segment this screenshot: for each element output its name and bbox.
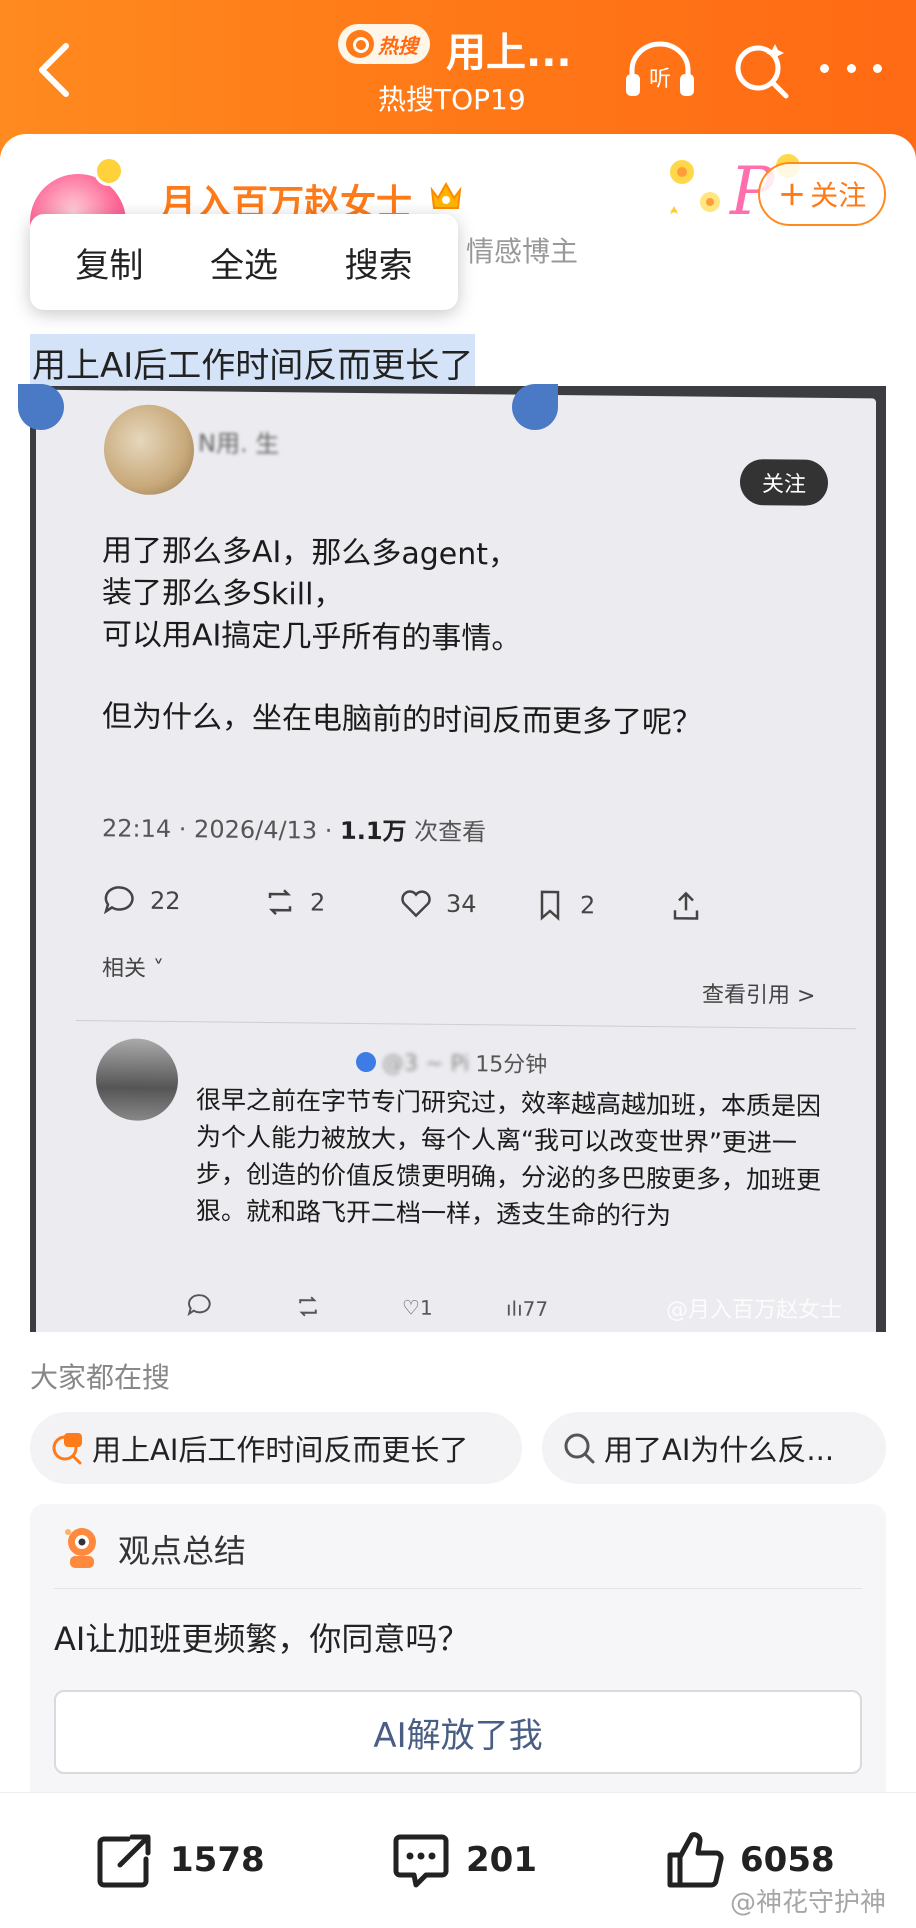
photo-text-line: 装了那么多Skill，: [102, 575, 344, 613]
photo-related: 相关 ˅: [102, 956, 164, 982]
photo-timestamp: 22:14 · 2026/4/13 ·: [102, 814, 340, 845]
bookmark-icon: [540, 890, 560, 921]
post-content: 月入百万赵女士 情感博主 P + 关注 复制 全选 搜索 用上AI后工作时间反而…: [0, 134, 916, 1794]
photo-comment-count: 22: [150, 886, 181, 916]
photo-post-text: 用了那么多AI，那么多agent， 装了那么多Skill， 可以用AI搞定几乎所…: [102, 530, 702, 744]
photo-reply-like-count: 1: [419, 1295, 433, 1320]
photo-user-name: N用. 生: [198, 429, 280, 459]
photo-reply-time: 15分钟: [475, 1052, 548, 1078]
post-title-selected[interactable]: 用上AI后工作时间反而更长了: [30, 334, 476, 391]
photo-reply-text: 很早之前在字节专门研究过，效率越高越加班，本质是因为个人能力被放大，每个人离“我…: [196, 1085, 822, 1231]
photo-divider: [76, 1020, 856, 1030]
svg-text:听: 听: [649, 67, 671, 92]
comment-icon: [393, 1834, 449, 1888]
menu-copy[interactable]: 复制: [75, 238, 143, 287]
hot-rank-subtitle[interactable]: 热搜TOP19: [378, 78, 526, 118]
search-icon: [564, 1433, 595, 1464]
page-title: 用上...: [446, 30, 572, 76]
follow-button[interactable]: + 关注: [758, 162, 886, 226]
search-chip-label: 用上AI后工作时间反而更长了: [92, 1433, 469, 1467]
hot-search-icon: [52, 1433, 82, 1465]
robot-mascot-icon: [60, 1524, 104, 1572]
photo-view-quotes: 查看引用 >: [702, 982, 816, 1009]
photo-text-line: 但为什么，坐在电脑前的时间反而更多了呢？: [102, 699, 702, 741]
dot-icon: [846, 63, 856, 73]
repost-icon: [268, 889, 292, 915]
hot-search-tag: 热搜: [338, 24, 430, 64]
plus-icon: +: [777, 174, 807, 214]
avatar-badge-icon: [94, 156, 124, 186]
photo-bookmark-count: 2: [580, 891, 596, 920]
share-icon: [668, 888, 716, 925]
menu-search[interactable]: 搜索: [345, 238, 413, 287]
selection-handle-start[interactable]: [18, 384, 64, 430]
photo-follow-badge: 关注: [740, 458, 828, 506]
photo-views-suffix: 次查看: [406, 817, 487, 847]
author-description: 情感博主: [466, 235, 579, 268]
poll-option-button[interactable]: AI解放了我: [54, 1690, 862, 1774]
more-icon[interactable]: [820, 48, 882, 88]
trending-searches-title: 大家都在搜: [30, 1361, 171, 1394]
post-image[interactable]: N用. 生 关注 用了那么多AI，那么多agent， 装了那么多Skill， 可…: [30, 386, 886, 1332]
photo-like-stat: 34: [398, 885, 477, 922]
photo-post-meta: 22:14 · 2026/4/13 · 1.1万 次查看: [102, 808, 486, 847]
photo-text-line: 可以用AI搞定几乎所有的事情。: [102, 617, 522, 657]
hot-tag-label: 热搜: [378, 33, 418, 58]
photo-comment-stat: 22: [102, 882, 181, 919]
photo-reply-views: ılı 77: [506, 1296, 549, 1321]
share-count: 1578: [170, 1840, 265, 1880]
share-icon: [97, 1834, 151, 1888]
search-icon[interactable]: [730, 40, 792, 102]
poll-question: AI让加班更频繁，你同意吗？: [54, 1620, 470, 1658]
selection-handle-end[interactable]: [512, 384, 558, 430]
verified-icon: [356, 1051, 376, 1073]
search-chip[interactable]: 用上AI后工作时间反而更长了: [30, 1412, 522, 1484]
photo-repost-count: 2: [310, 888, 326, 917]
thumbs-up-icon: [667, 1832, 724, 1888]
photo-text-line: 用了那么多AI，那么多agent，: [102, 533, 519, 573]
vip-crown-icon: [428, 178, 464, 214]
screenshot-watermark: @神花守护神: [730, 1888, 887, 1918]
photo-like-count: 34: [446, 889, 477, 919]
text-selection-menu: 复制 全选 搜索: [30, 214, 458, 310]
comment-icon: [186, 1291, 214, 1324]
photo-views: 1.1万: [340, 816, 407, 846]
photo-reply-view-count: 77: [522, 1296, 549, 1321]
listen-icon[interactable]: 听: [622, 40, 698, 102]
heart-icon: [401, 890, 431, 918]
photo-reply-avatar: [96, 1038, 178, 1122]
comment-count: 201: [466, 1840, 537, 1880]
repost-icon: [294, 1292, 322, 1325]
comment-icon: [103, 886, 134, 915]
photo-reply-handle: @3 ~ Pi: [382, 1051, 470, 1078]
photo-action-row: 22 2 34 2: [102, 882, 842, 934]
photo-repost-stat: 2: [262, 884, 325, 921]
summary-title: 观点总结: [118, 1532, 247, 1570]
dot-icon: [873, 63, 882, 73]
hot-search-icon: [346, 30, 374, 58]
photo-user-avatar: [104, 404, 194, 496]
menu-select-all[interactable]: 全选: [210, 238, 278, 287]
dot-icon: [820, 63, 829, 73]
image-watermark: @月入百万赵女士: [666, 1298, 843, 1323]
like-count: 6058: [740, 1840, 835, 1880]
opinion-summary-card: 观点总结 AI让加班更频繁，你同意吗？ AI解放了我: [30, 1504, 886, 1794]
photo-reply-header: @3 ~ Pi 15分钟: [356, 1045, 547, 1079]
search-chip[interactable]: 用了AI为什么反...: [542, 1412, 886, 1484]
follow-label: 关注: [810, 179, 867, 212]
search-chip-label: 用了AI为什么反...: [604, 1433, 835, 1467]
comment-button[interactable]: 201: [390, 1829, 537, 1891]
summary-divider: [54, 1588, 862, 1589]
photo-bookmark-stat: 2: [532, 887, 595, 924]
back-icon[interactable]: [28, 38, 84, 102]
photographed-post: N用. 生 关注 用了那么多AI，那么多agent， 装了那么多Skill， 可…: [36, 389, 876, 1332]
share-button[interactable]: 1578: [94, 1829, 265, 1891]
photo-reply-likes: ♡ 1: [402, 1295, 433, 1320]
